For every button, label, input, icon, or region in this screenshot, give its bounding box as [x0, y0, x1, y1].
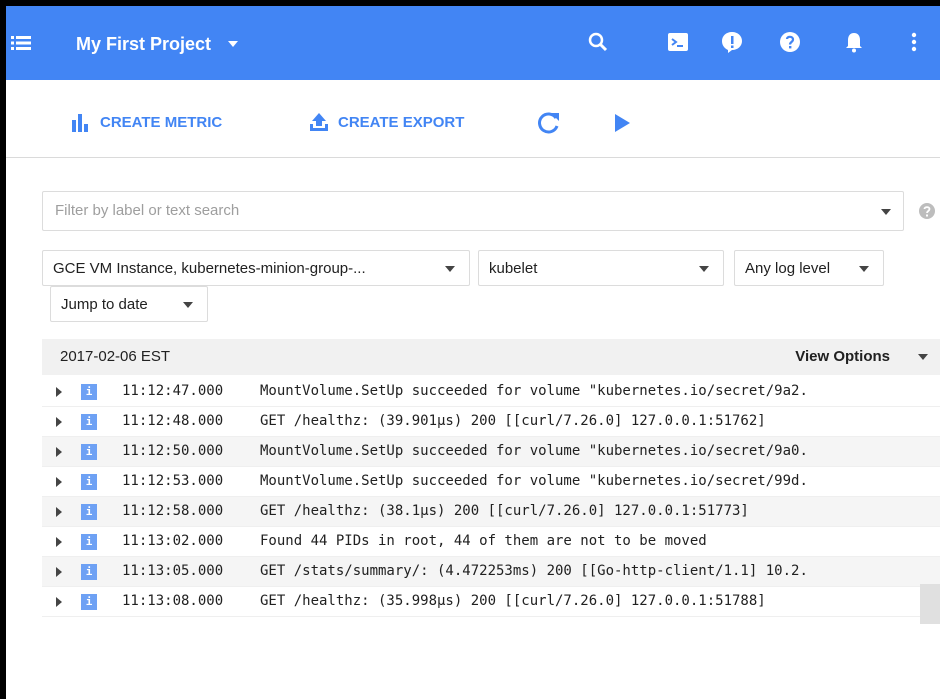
scrollbar-thumb[interactable] — [920, 584, 940, 624]
toolbar: CREATE METRIC CREATE EXPORT — [6, 80, 940, 158]
expand-arrow-icon[interactable] — [56, 567, 62, 577]
expand-arrow-icon[interactable] — [56, 507, 62, 517]
search-icon[interactable] — [586, 30, 610, 54]
expand-arrow-icon[interactable] — [56, 477, 62, 487]
logs-viewer-window: My First Project CREATE METRIC CREATE EX… — [6, 6, 940, 699]
log-entry[interactable]: i 11:13:08.000 GET /healthz: (35.998µs) … — [42, 587, 940, 617]
upload-icon — [310, 113, 328, 131]
info-severity-icon: i — [81, 474, 97, 490]
expand-arrow-icon[interactable] — [56, 537, 62, 547]
log-entry[interactable]: i 11:12:50.000 MountVolume.SetUp succeed… — [42, 437, 940, 467]
log-timestamp: 11:13:05.000 — [122, 563, 224, 579]
log-message: Found 44 PIDs in root, 44 of them are no… — [260, 533, 707, 549]
alert-icon[interactable] — [720, 30, 744, 54]
info-severity-icon: i — [81, 534, 97, 550]
create-export-label: CREATE EXPORT — [338, 113, 465, 131]
log-message: GET /healthz: (38.1µs) 200 [[curl/7.26.0… — [260, 503, 749, 519]
info-severity-icon: i — [81, 444, 97, 460]
resource-dropdown-label: GCE VM Instance, kubernetes-minion-group… — [53, 260, 366, 277]
chevron-down-icon — [859, 266, 869, 272]
log-timestamp: 11:13:02.000 — [122, 533, 224, 549]
more-vert-icon[interactable] — [902, 30, 926, 54]
refresh-icon[interactable] — [536, 110, 562, 136]
cloud-shell-icon[interactable] — [666, 30, 690, 54]
log-entry[interactable]: i 11:12:53.000 MountVolume.SetUp succeed… — [42, 467, 940, 497]
menu-icon[interactable] — [10, 32, 32, 54]
info-severity-icon: i — [81, 594, 97, 610]
log-date-header: 2017-02-06 EST View Options — [42, 339, 940, 375]
project-selector[interactable]: My First Project — [76, 34, 211, 55]
log-entries: i 11:12:47.000 MountVolume.SetUp succeed… — [42, 377, 940, 617]
log-date: 2017-02-06 EST — [60, 348, 171, 365]
log-timestamp: 11:12:50.000 — [122, 443, 224, 459]
info-severity-icon: i — [81, 504, 97, 520]
chevron-down-icon — [183, 302, 193, 308]
play-icon[interactable] — [612, 113, 632, 133]
log-name-dropdown[interactable]: kubelet — [478, 250, 724, 286]
filter-input[interactable] — [55, 202, 855, 219]
log-entry[interactable]: i 11:12:58.000 GET /healthz: (38.1µs) 20… — [42, 497, 940, 527]
filter-help-icon[interactable] — [918, 202, 936, 220]
log-message: GET /stats/summary/: (4.472253ms) 200 [[… — [260, 563, 808, 579]
log-entry[interactable]: i 11:12:47.000 MountVolume.SetUp succeed… — [42, 377, 940, 407]
log-timestamp: 11:12:48.000 — [122, 413, 224, 429]
jump-to-date-label: Jump to date — [61, 296, 148, 313]
bar-chart-icon — [72, 114, 88, 132]
info-severity-icon: i — [81, 414, 97, 430]
notifications-icon[interactable] — [842, 30, 866, 54]
view-options-button[interactable]: View Options — [795, 348, 890, 365]
log-message: MountVolume.SetUp succeeded for volume "… — [260, 383, 808, 399]
log-timestamp: 11:13:08.000 — [122, 593, 224, 609]
log-entry[interactable]: i 11:13:05.000 GET /stats/summary/: (4.4… — [42, 557, 940, 587]
log-timestamp: 11:12:58.000 — [122, 503, 224, 519]
log-message: MountVolume.SetUp succeeded for volume "… — [260, 473, 808, 489]
create-export-button[interactable]: CREATE EXPORT — [308, 110, 464, 134]
log-entry[interactable]: i 11:12:48.000 GET /healthz: (39.901µs) … — [42, 407, 940, 437]
expand-arrow-icon[interactable] — [56, 417, 62, 427]
chevron-down-icon — [445, 266, 455, 272]
help-icon[interactable] — [778, 30, 802, 54]
create-metric-button[interactable]: CREATE METRIC — [70, 110, 222, 134]
chevron-down-icon[interactable] — [918, 354, 928, 360]
create-metric-label: CREATE METRIC — [100, 113, 223, 131]
chevron-down-icon[interactable] — [881, 209, 891, 215]
log-name-dropdown-label: kubelet — [489, 260, 538, 277]
chevron-down-icon[interactable] — [227, 40, 239, 48]
resource-dropdown[interactable]: GCE VM Instance, kubernetes-minion-group… — [42, 250, 470, 286]
log-message: GET /healthz: (35.998µs) 200 [[curl/7.26… — [260, 593, 766, 609]
info-severity-icon: i — [81, 384, 97, 400]
chevron-down-icon — [699, 266, 709, 272]
log-entry[interactable]: i 11:13:02.000 Found 44 PIDs in root, 44… — [42, 527, 940, 557]
log-message: GET /healthz: (39.901µs) 200 [[curl/7.26… — [260, 413, 766, 429]
log-level-dropdown[interactable]: Any log level — [734, 250, 884, 286]
jump-to-date-dropdown[interactable]: Jump to date — [50, 286, 208, 322]
log-level-dropdown-label: Any log level — [745, 260, 831, 277]
log-timestamp: 11:12:53.000 — [122, 473, 224, 489]
log-message: MountVolume.SetUp succeeded for volume "… — [260, 443, 808, 459]
expand-arrow-icon[interactable] — [56, 387, 62, 397]
log-timestamp: 11:12:47.000 — [122, 383, 224, 399]
app-bar: My First Project — [6, 6, 940, 80]
expand-arrow-icon[interactable] — [56, 447, 62, 457]
filter-box[interactable] — [42, 191, 904, 231]
info-severity-icon: i — [81, 564, 97, 580]
expand-arrow-icon[interactable] — [56, 597, 62, 607]
